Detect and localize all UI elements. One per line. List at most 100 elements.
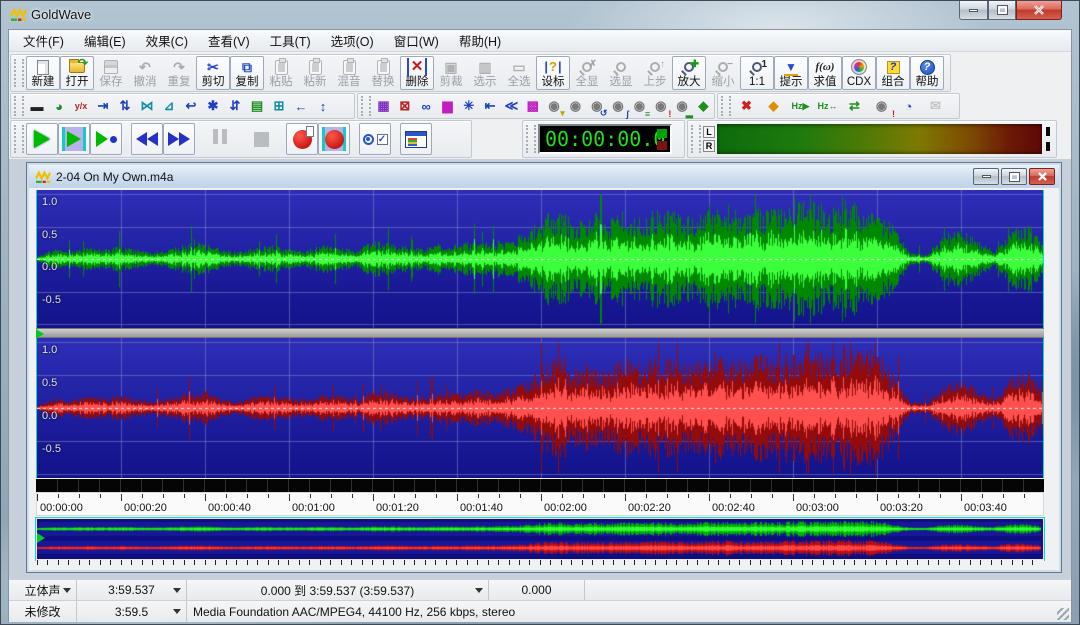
spectrum-icon[interactable]: ▆	[437, 95, 458, 117]
shape-volume-knob-icon[interactable]: ◉▂	[671, 95, 692, 117]
minimize-button[interactable]	[959, 1, 988, 20]
doc-close-button[interactable]	[1029, 168, 1055, 185]
trim-silence-icon[interactable]: ⇤	[479, 95, 500, 117]
reverse-icon[interactable]: ↩	[180, 95, 202, 117]
monitor-button[interactable]: ✓	[359, 123, 391, 155]
auto-gain-knob-icon[interactable]: ◉!	[868, 95, 895, 117]
sparkle-icon[interactable]: ✳	[458, 95, 479, 117]
zoom-1-1-button[interactable]: 11:1	[740, 56, 774, 90]
cdx-button[interactable]: CDX	[842, 56, 876, 90]
waveform-left-channel[interactable]: 1.00.50.0-0.5	[36, 190, 1044, 328]
play-selection-button[interactable]	[58, 123, 90, 155]
show-selection-button[interactable]: 选显	[604, 56, 638, 90]
selection-bar[interactable]	[36, 479, 1044, 492]
menu-item-文件[interactable]: 文件(F)	[13, 28, 74, 53]
play-from-marker-button[interactable]	[90, 123, 122, 155]
mail-icon[interactable]: ✉	[922, 95, 949, 117]
save-button[interactable]: 保存	[94, 56, 128, 90]
tape-icon[interactable]: ▩	[522, 95, 543, 117]
zoom-in-button[interactable]: ✚放大	[672, 56, 706, 90]
evaluate-button[interactable]: f(ω)求值	[808, 56, 842, 90]
view-loop-icon[interactable]: ∞	[415, 95, 436, 117]
offset-icon[interactable]: ▬	[26, 95, 48, 117]
overview-waveform[interactable]	[36, 518, 1044, 560]
replace-button[interactable]: 替换	[366, 56, 400, 90]
maximize-volume-knob-icon[interactable]: ◉!	[650, 95, 671, 117]
fast-forward-button[interactable]	[163, 123, 195, 155]
app-titlebar[interactable]: GoldWave	[1, 1, 1079, 29]
paste-button[interactable]: 粘贴	[264, 56, 298, 90]
undo-button[interactable]: ↶撤消	[128, 56, 162, 90]
fade-out-knob-icon[interactable]: ◉∫	[607, 95, 628, 117]
left-arrow-icon[interactable]: ←	[290, 95, 312, 117]
toolbar-grip[interactable]	[691, 125, 701, 154]
change-volume-knob-icon[interactable]: ◉▾	[543, 95, 564, 117]
control-properties-button[interactable]	[400, 123, 432, 155]
waveform-right-channel[interactable]: 1.00.50.0-0.5	[36, 338, 1044, 478]
match-volume-knob-icon[interactable]: ◉≡	[629, 95, 650, 117]
resize-grip[interactable]	[1057, 608, 1069, 620]
equalizer-icon[interactable]: ▤	[246, 95, 268, 117]
menu-item-帮助[interactable]: 帮助(H)	[449, 28, 511, 53]
crossfade-icon[interactable]: ≪	[501, 95, 522, 117]
redo-button[interactable]: ↷重复	[162, 56, 196, 90]
doc-restore-button[interactable]	[1001, 168, 1027, 185]
filter-icon[interactable]: ⊿	[158, 95, 180, 117]
menu-item-编辑[interactable]: 编辑(E)	[74, 28, 136, 53]
resample-icon[interactable]: Hz↔	[814, 95, 841, 117]
hint-button[interactable]: ▼提示	[774, 56, 808, 90]
play-button[interactable]	[26, 123, 58, 155]
fade-in-knob-icon[interactable]: ◉↺	[586, 95, 607, 117]
dynamics-icon[interactable]: ⇅	[114, 95, 136, 117]
smoother-icon[interactable]: ⊞	[268, 95, 290, 117]
open-button[interactable]: ↷打开	[60, 56, 94, 90]
pause-button[interactable]	[204, 123, 236, 155]
trim-button[interactable]: ▣剪裁	[434, 56, 468, 90]
menu-item-效果[interactable]: 效果(C)	[136, 28, 198, 53]
stop-button[interactable]	[245, 123, 277, 155]
doc-minimize-button[interactable]	[973, 168, 999, 185]
timeline-ruler[interactable]: 00:00:0000:00:2000:00:4000:01:0000:01:20…	[36, 492, 1044, 516]
show-all-button[interactable]: ✗全显	[570, 56, 604, 90]
length-short-dropdown[interactable]: 3:59.5	[77, 601, 187, 622]
record-new-button[interactable]	[286, 123, 318, 155]
rewind-button[interactable]	[131, 123, 163, 155]
document-titlebar[interactable]: 2-04 On My Own.m4a	[29, 165, 1059, 188]
previous-zoom-button[interactable]: ↑上步	[638, 56, 672, 90]
mix-button[interactable]: 混音	[332, 56, 366, 90]
menu-item-窗口[interactable]: 窗口(W)	[384, 28, 449, 53]
echo-icon[interactable]: ⋈	[136, 95, 158, 117]
cut-button[interactable]: ✂剪切	[196, 56, 230, 90]
close-button[interactable]	[1016, 1, 1062, 20]
zoom-out-button[interactable]: −缩小	[706, 56, 740, 90]
expression-icon[interactable]: y/x	[70, 95, 92, 117]
pitch-icon[interactable]: ⇵	[224, 95, 246, 117]
length-dropdown[interactable]: 3:59.537	[77, 580, 187, 600]
new-button[interactable]: 新建	[26, 56, 60, 90]
doppler-icon[interactable]: ◕	[48, 95, 70, 117]
set-marker-button[interactable]: |?|设标	[536, 56, 570, 90]
help-button[interactable]: ?帮助	[910, 56, 944, 90]
select-view-button[interactable]: ▥选示	[468, 56, 502, 90]
restore-button[interactable]	[988, 1, 1016, 20]
offset-vertical-icon[interactable]: ↕	[312, 95, 334, 117]
menu-item-工具[interactable]: 工具(T)	[260, 28, 321, 53]
flanger-icon[interactable]: ⇥	[92, 95, 114, 117]
copy-button[interactable]: ⧉复制	[230, 56, 264, 90]
playback-rate-icon[interactable]: Hz▶	[787, 95, 814, 117]
volume-knob-icon[interactable]: ◉	[565, 95, 586, 117]
stereo-pan-icon[interactable]: ◆	[693, 95, 714, 117]
channel-separator[interactable]	[36, 328, 1044, 338]
channel-mode-dropdown[interactable]: 立体声	[9, 580, 77, 600]
silence-icon[interactable]: ⊠	[394, 95, 415, 117]
channel-swap-icon[interactable]: ⇄	[841, 95, 868, 117]
interpolate-icon[interactable]: ▦	[373, 95, 394, 117]
delete-button[interactable]: ✕删除	[400, 56, 434, 90]
timer-icon[interactable]: ◔	[895, 95, 922, 117]
select-all-button[interactable]: ▭全选	[502, 56, 536, 90]
pitch-diamond-icon[interactable]: ◆	[760, 95, 787, 117]
record-button[interactable]	[318, 123, 350, 155]
menu-item-选项[interactable]: 选项(O)	[321, 28, 384, 53]
selection-dropdown[interactable]: 0.000 到 3:59.537 (3:59.537)	[187, 580, 489, 600]
mechanize-icon[interactable]: ✱	[202, 95, 224, 117]
